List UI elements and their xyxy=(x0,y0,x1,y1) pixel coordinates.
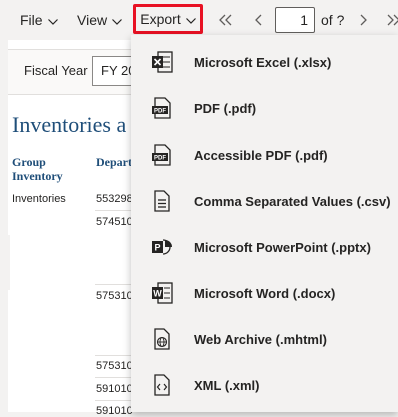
export-pdf-item[interactable]: PDF PDF (.pdf) xyxy=(131,85,398,131)
file-menu-button[interactable]: File xyxy=(20,10,58,30)
svg-text:P: P xyxy=(154,243,160,253)
svg-text:W: W xyxy=(153,289,162,299)
last-page-icon[interactable] xyxy=(385,12,398,28)
export-xml-label: XML (.xml) xyxy=(194,377,260,393)
row-group-label: Inventories xyxy=(12,193,66,205)
previous-page-icon[interactable] xyxy=(251,12,267,28)
page-of-label: of ? xyxy=(321,12,345,28)
chevron-down-icon xyxy=(185,11,196,27)
file-menu-label: File xyxy=(20,12,43,28)
page-number-input[interactable] xyxy=(275,7,315,33)
next-page-icon[interactable] xyxy=(355,12,371,28)
dept-code-cell: 591010 xyxy=(96,405,133,417)
report-gap xyxy=(8,235,10,290)
export-accessible-pdf-label: Accessible PDF (.pdf) xyxy=(194,147,328,163)
export-word-label: Microsoft Word (.docx) xyxy=(194,285,336,301)
view-menu-label: View xyxy=(77,12,108,28)
chevron-down-icon xyxy=(47,10,58,30)
report-left-margin xyxy=(0,40,8,412)
dept-code-cell: 553298 xyxy=(96,193,133,205)
export-dropdown-menu: Microsoft Excel (.xlsx) PDF PDF (.pdf) P… xyxy=(131,35,398,412)
word-icon: W xyxy=(151,282,173,304)
accessible-pdf-icon: PDF xyxy=(151,144,173,166)
excel-icon xyxy=(151,51,173,73)
powerpoint-icon: P xyxy=(151,236,173,258)
export-accessible-pdf-item[interactable]: PDF Accessible PDF (.pdf) xyxy=(131,132,398,178)
report-title: Inventories a xyxy=(12,112,127,137)
export-web-archive-label: Web Archive (.mhtml) xyxy=(194,331,327,347)
export-web-archive-item[interactable]: Web Archive (.mhtml) xyxy=(131,316,398,362)
fiscal-year-label: Fiscal Year xyxy=(24,63,88,78)
chevron-down-icon xyxy=(112,10,123,30)
web-archive-icon xyxy=(151,328,173,350)
xml-icon xyxy=(151,374,173,396)
column-header-group-inventory: Group Inventory xyxy=(12,155,63,183)
view-menu-button[interactable]: View xyxy=(77,10,123,30)
pdf-icon: PDF xyxy=(151,97,173,119)
svg-text:PDF: PDF xyxy=(154,109,166,115)
export-excel-item[interactable]: Microsoft Excel (.xlsx) xyxy=(131,39,398,85)
column-header-department: Depart xyxy=(96,155,132,169)
csv-icon xyxy=(151,190,173,212)
export-menu-button[interactable]: Export xyxy=(133,4,203,34)
export-pdf-label: PDF (.pdf) xyxy=(194,100,257,116)
export-csv-item[interactable]: Comma Separated Values (.csv) xyxy=(131,178,398,224)
export-excel-label: Microsoft Excel (.xlsx) xyxy=(194,54,332,70)
export-csv-label: Comma Separated Values (.csv) xyxy=(194,193,391,209)
export-powerpoint-item[interactable]: P Microsoft PowerPoint (.pptx) xyxy=(131,224,398,270)
export-word-item[interactable]: W Microsoft Word (.docx) xyxy=(131,270,398,316)
dept-code-cell: 575310 xyxy=(96,290,133,302)
first-page-icon[interactable] xyxy=(218,12,234,28)
export-menu-label: Export xyxy=(140,11,181,27)
svg-text:PDF: PDF xyxy=(154,156,166,162)
dept-code-cell: 591010 xyxy=(96,383,133,395)
dept-code-cell: 575310 xyxy=(96,360,133,372)
export-powerpoint-label: Microsoft PowerPoint (.pptx) xyxy=(194,239,371,255)
dept-code-cell: 574510 xyxy=(96,216,133,228)
export-xml-item[interactable]: XML (.xml) xyxy=(131,362,398,408)
